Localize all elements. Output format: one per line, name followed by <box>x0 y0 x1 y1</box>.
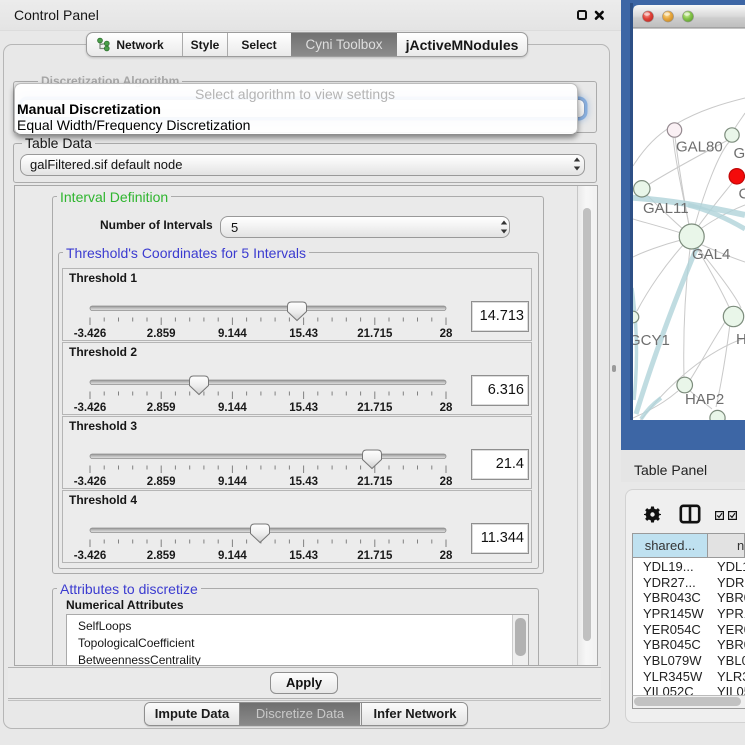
svg-text:-3.426: -3.426 <box>74 550 107 562</box>
svg-text:9.144: 9.144 <box>218 328 247 340</box>
svg-text:HAP2: HAP2 <box>685 391 724 408</box>
svg-text:2.859: 2.859 <box>147 402 176 414</box>
svg-text:28: 28 <box>440 328 453 340</box>
svg-text:15.43: 15.43 <box>289 550 318 562</box>
svg-text:28: 28 <box>440 402 453 414</box>
svg-text:-3.426: -3.426 <box>74 328 107 340</box>
svg-text:15.43: 15.43 <box>289 328 318 340</box>
svg-text:9.144: 9.144 <box>218 476 247 488</box>
svg-text:9.144: 9.144 <box>218 550 247 562</box>
svg-text:-3.426: -3.426 <box>74 402 107 414</box>
svg-text:GAL80: GAL80 <box>676 139 723 156</box>
svg-text:21.715: 21.715 <box>357 402 393 414</box>
svg-text:21.715: 21.715 <box>357 328 393 340</box>
svg-text:15.43: 15.43 <box>289 476 318 488</box>
svg-text:GCY1: GCY1 <box>629 332 670 349</box>
svg-text:GAL4: GAL4 <box>692 246 730 263</box>
svg-text:CA: CA <box>739 186 745 203</box>
svg-text:21.715: 21.715 <box>357 476 393 488</box>
svg-text:HI: HI <box>736 331 745 348</box>
svg-text:2.859: 2.859 <box>147 476 176 488</box>
svg-text:GAL11: GAL11 <box>643 200 689 217</box>
svg-text:2.859: 2.859 <box>147 328 176 340</box>
svg-text:28: 28 <box>440 476 453 488</box>
svg-text:2.859: 2.859 <box>147 550 176 562</box>
svg-text:21.715: 21.715 <box>357 550 393 562</box>
svg-text:28: 28 <box>440 550 453 562</box>
svg-text:-3.426: -3.426 <box>74 476 107 488</box>
svg-text:15.43: 15.43 <box>289 402 318 414</box>
svg-text:9.144: 9.144 <box>218 402 247 414</box>
svg-text:GA: GA <box>734 145 745 162</box>
